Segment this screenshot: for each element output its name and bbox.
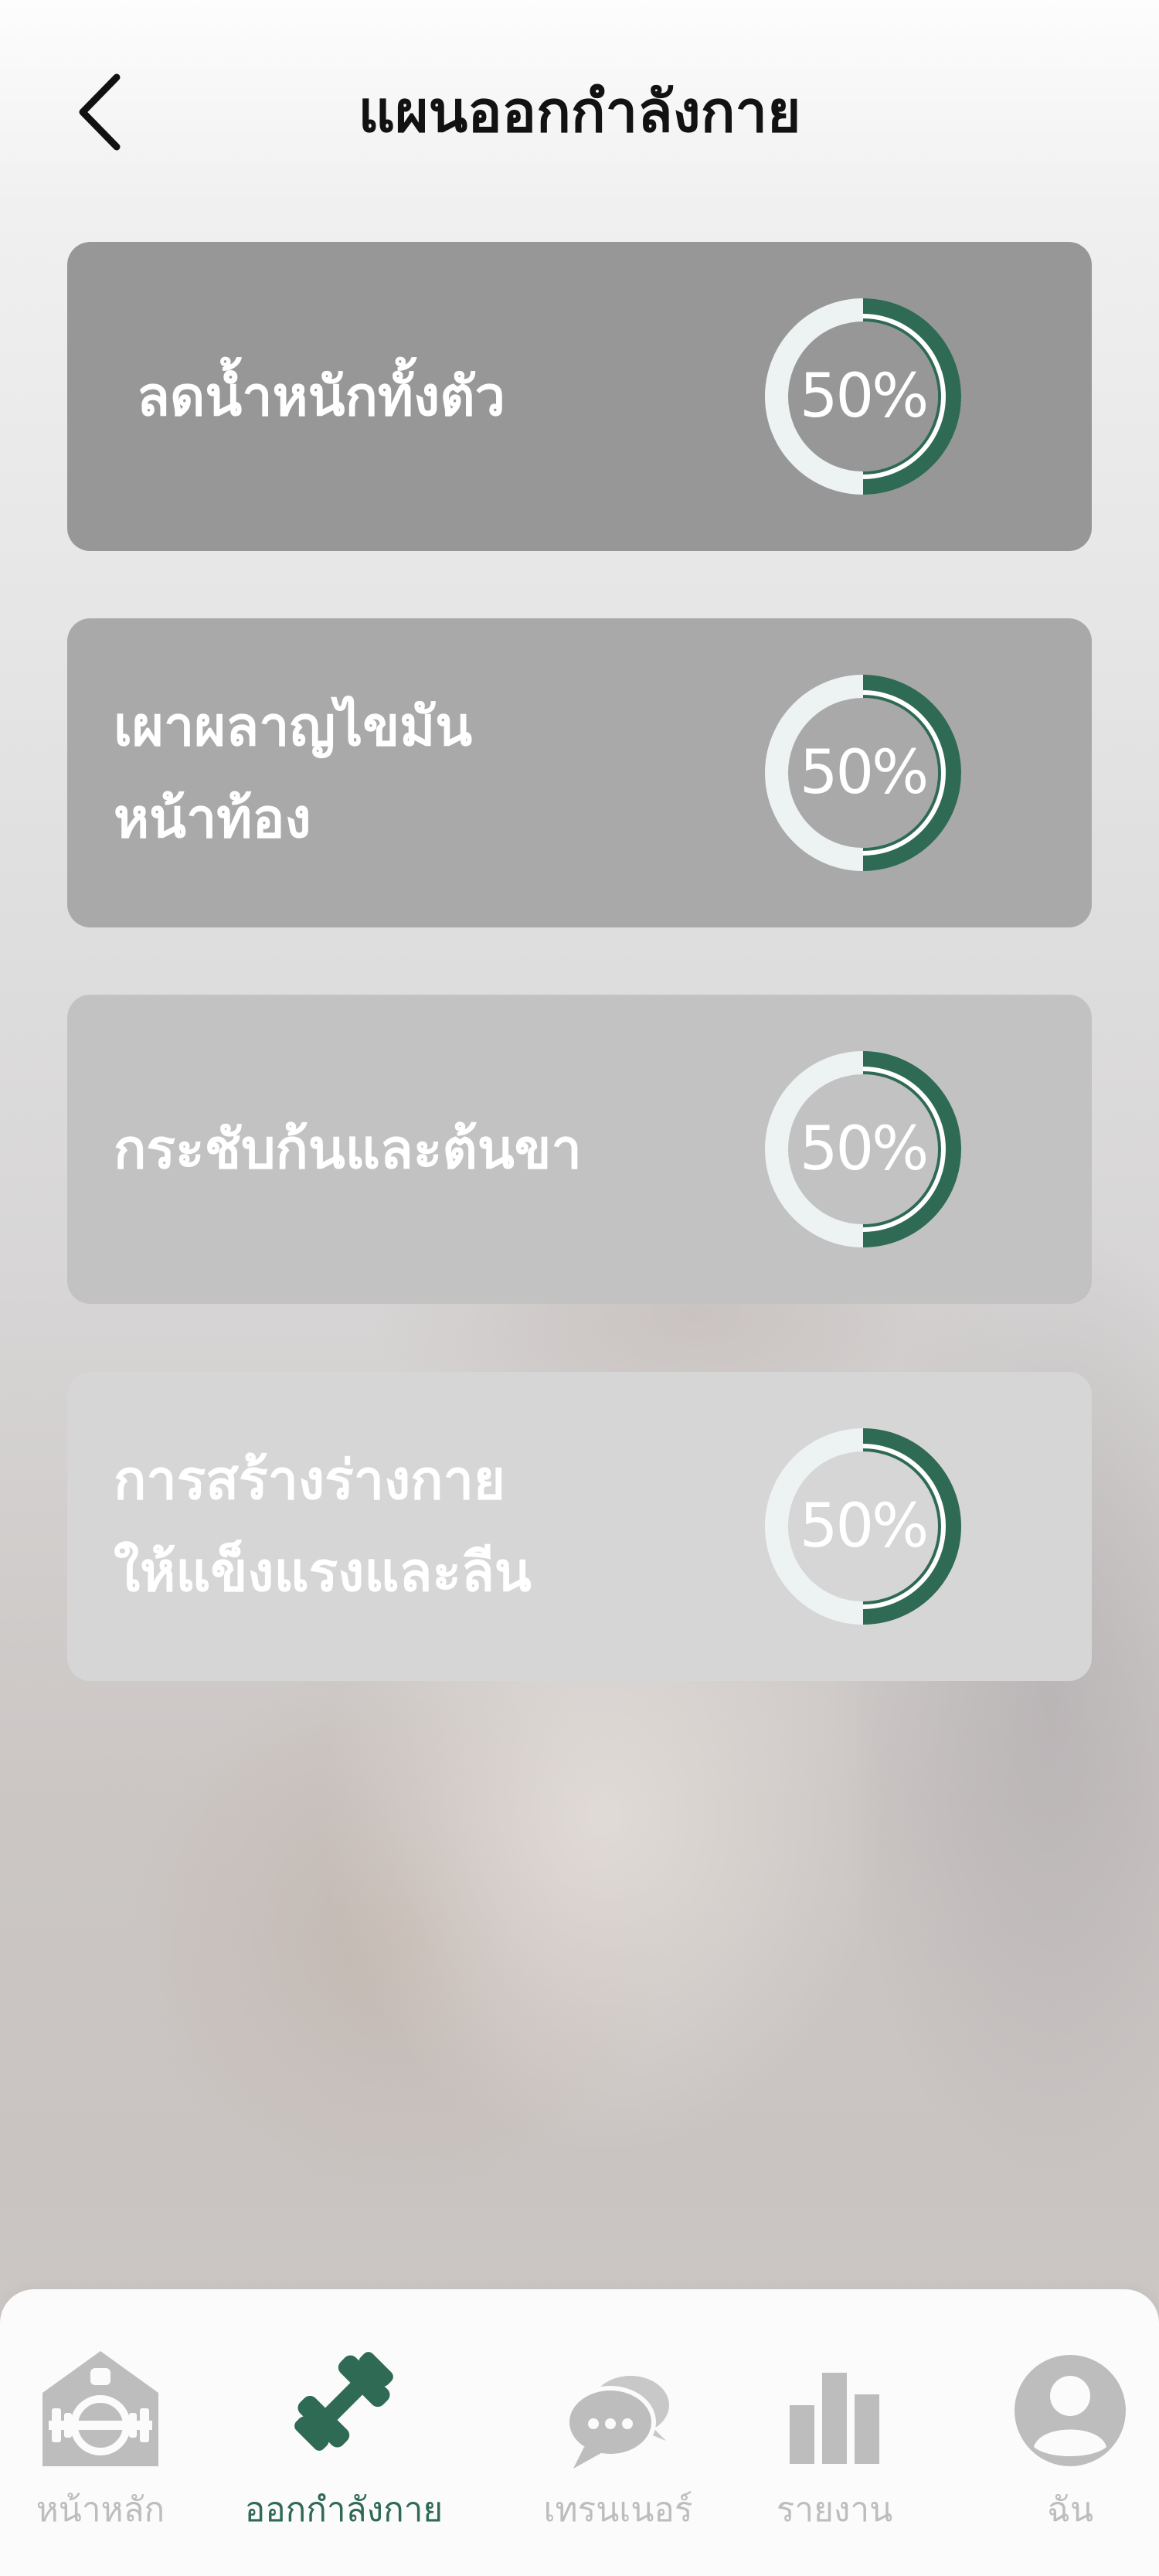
tab-profile[interactable]: ฉัน xyxy=(954,2289,1159,2576)
progress-label: 50% xyxy=(799,738,929,808)
tab-label: รายงาน xyxy=(776,2490,893,2530)
plan-title: การสร้างร่างกาย ให้แข็งแรงและลีน xyxy=(114,1448,532,1604)
user-icon xyxy=(1015,2355,1126,2466)
bottom-tab-bar: หน้าหลัก ออกกำลังกาย เทรนเนอร์ รายงาน ฉั… xyxy=(0,2289,1159,2576)
bar-chart-icon xyxy=(790,2373,879,2464)
tab-report[interactable]: รายงาน xyxy=(719,2289,950,2576)
plan-card-strength-lean[interactable]: การสร้างร่างกาย ให้แข็งแรงและลีน 50% xyxy=(67,1372,1092,1681)
home-gym-icon xyxy=(42,2351,158,2466)
chat-icon xyxy=(565,2376,669,2469)
plan-card-full-body-weight-loss[interactable]: ลดน้ำหนักทั้งตัว 50% xyxy=(67,242,1092,551)
plan-card-belly-fat-burn[interactable]: เผาผลาญไขมัน หน้าท้อง 50% xyxy=(67,618,1092,927)
plan-title: กระชับก้นและต้นขา xyxy=(114,1117,582,1181)
progress-label: 50% xyxy=(799,1492,929,1561)
progress-label: 50% xyxy=(799,362,929,431)
plan-card-glutes-thighs[interactable]: กระชับก้นและต้นขา 50% xyxy=(67,995,1092,1304)
tab-label: เทรนเนอร์ xyxy=(543,2490,693,2530)
tab-trainer[interactable]: เทรนเนอร์ xyxy=(502,2289,734,2576)
plan-title: เผาผลาญไขมัน หน้าท้อง xyxy=(114,695,473,850)
tab-home[interactable]: หน้าหลัก xyxy=(0,2289,216,2576)
page-title: แผนออกกำลังกาย xyxy=(358,79,801,145)
tab-workout[interactable]: ออกกำลังกาย xyxy=(228,2289,460,2576)
progress-label: 50% xyxy=(799,1114,929,1184)
tab-label: ออกกำลังกาย xyxy=(244,2490,444,2530)
plan-title: ลดน้ำหนักทั้งตัว xyxy=(137,364,505,428)
tab-label: หน้าหลัก xyxy=(36,2490,165,2530)
header: แผนออกกำลังกาย xyxy=(0,0,1159,224)
tab-label: ฉัน xyxy=(1046,2490,1094,2530)
dumbbell-icon xyxy=(294,2352,393,2451)
